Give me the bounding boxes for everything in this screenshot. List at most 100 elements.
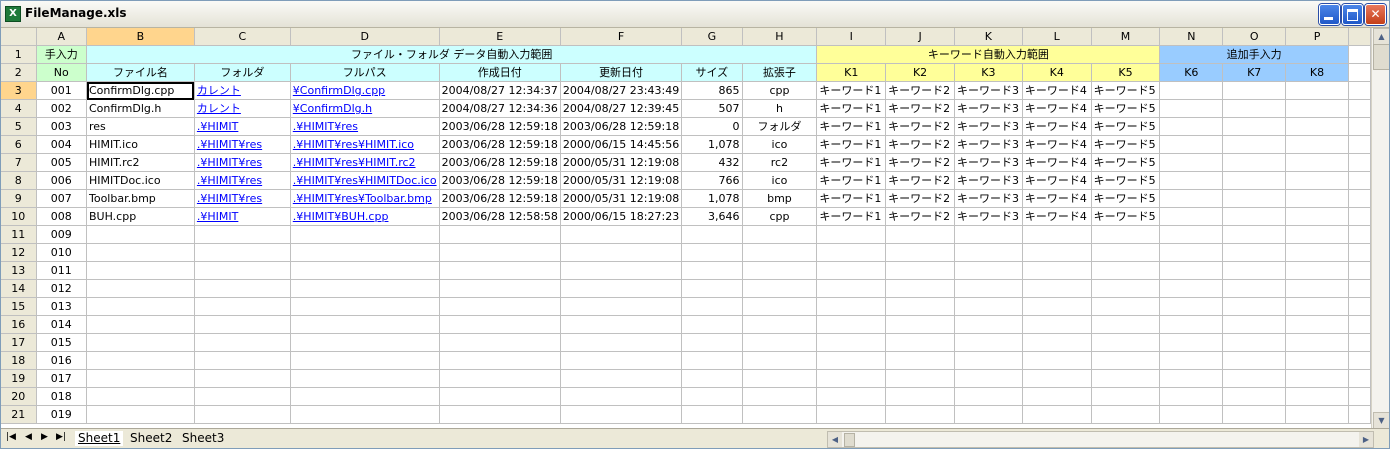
cell[interactable] <box>1022 243 1092 262</box>
header-cell-k3[interactable]: K3 <box>954 63 1023 82</box>
cell[interactable] <box>194 387 291 406</box>
cell-no[interactable]: 018 <box>36 387 88 406</box>
select-all-corner[interactable] <box>1 28 37 46</box>
cell[interactable] <box>1159 279 1224 298</box>
cell-fullpath[interactable]: ¥ConfirmDlg.h <box>290 99 440 118</box>
cell[interactable] <box>816 369 887 388</box>
cell[interactable] <box>1285 81 1349 100</box>
cell-size[interactable]: 3,646 <box>681 207 743 226</box>
cell[interactable] <box>1285 405 1349 424</box>
cell[interactable] <box>1159 135 1224 154</box>
header-cell-updated[interactable]: 更新日付 <box>560 63 683 82</box>
cell[interactable] <box>86 405 195 424</box>
cell-ext[interactable]: フォルダ <box>742 117 818 136</box>
cell[interactable] <box>1022 315 1092 334</box>
row-header[interactable]: 6 <box>1 135 37 154</box>
cell-k2[interactable]: キーワード2 <box>885 189 955 208</box>
cell[interactable] <box>816 279 887 298</box>
column-header-a[interactable]: A <box>36 28 88 46</box>
cell-created[interactable]: 2003/06/28 12:59:18 <box>439 117 561 136</box>
cell-k4[interactable]: キーワード4 <box>1022 189 1092 208</box>
sheet-tab-2[interactable]: Sheet2 <box>127 431 175 446</box>
cell-k4[interactable]: キーワード4 <box>1022 81 1092 100</box>
cell[interactable] <box>816 315 887 334</box>
cell-updated[interactable]: 2000/05/31 12:19:08 <box>560 171 683 190</box>
cell-no[interactable]: 008 <box>36 207 88 226</box>
row-header[interactable]: 11 <box>1 225 37 244</box>
prev-sheet-icon[interactable]: ◀ <box>25 432 32 442</box>
cell[interactable] <box>816 243 887 262</box>
cell-no[interactable]: 016 <box>36 351 88 370</box>
cell[interactable] <box>1222 135 1287 154</box>
row-header[interactable]: 10 <box>1 207 37 226</box>
header-cell-fullpath[interactable]: フルパス <box>290 63 440 82</box>
folder-link[interactable]: .¥HIMIT¥res <box>197 156 262 169</box>
cell[interactable] <box>1091 315 1161 334</box>
cell[interactable] <box>1091 333 1161 352</box>
row-header[interactable]: 21 <box>1 405 37 424</box>
cell-no[interactable]: 001 <box>36 81 88 100</box>
cell-no[interactable]: 010 <box>36 243 88 262</box>
cell[interactable] <box>1022 261 1092 280</box>
cell-no[interactable]: 012 <box>36 279 88 298</box>
cell-ext[interactable]: bmp <box>742 189 818 208</box>
cell[interactable] <box>742 261 818 280</box>
cell[interactable] <box>1222 261 1287 280</box>
cell[interactable] <box>1222 243 1287 262</box>
cell-k1[interactable]: キーワード1 <box>816 207 887 226</box>
cell[interactable] <box>290 333 440 352</box>
cell[interactable] <box>194 315 291 334</box>
cell[interactable] <box>194 243 291 262</box>
cell[interactable] <box>290 261 440 280</box>
cell-no[interactable]: 011 <box>36 261 88 280</box>
cell[interactable] <box>86 369 195 388</box>
cell[interactable] <box>560 279 683 298</box>
cell[interactable] <box>439 243 561 262</box>
cell[interactable] <box>1222 117 1287 136</box>
last-sheet-icon[interactable]: ▶| <box>56 432 66 442</box>
cell-size[interactable]: 432 <box>681 153 743 172</box>
cell-k2[interactable]: キーワード2 <box>885 135 955 154</box>
cell-k3[interactable]: キーワード3 <box>954 153 1023 172</box>
folder-link[interactable]: .¥HIMIT <box>197 120 238 133</box>
cell[interactable] <box>1091 369 1161 388</box>
cell[interactable] <box>1348 117 1371 136</box>
cell[interactable] <box>1159 225 1224 244</box>
cell[interactable] <box>86 315 195 334</box>
cell[interactable] <box>194 351 291 370</box>
cell[interactable] <box>742 297 818 316</box>
cell[interactable] <box>560 261 683 280</box>
cell-updated[interactable]: 2000/05/31 12:19:08 <box>560 189 683 208</box>
folder-link[interactable]: .¥HIMIT <box>197 210 238 223</box>
cell[interactable] <box>1159 315 1224 334</box>
cell-k2[interactable]: キーワード2 <box>885 99 955 118</box>
cell-no[interactable]: 005 <box>36 153 88 172</box>
column-header-o[interactable]: O <box>1222 28 1287 46</box>
column-header-p[interactable]: P <box>1285 28 1349 46</box>
sheet-tab-1[interactable]: Sheet1 <box>75 431 124 446</box>
column-header-d[interactable]: D <box>290 28 440 46</box>
column-header-q[interactable] <box>1348 28 1371 46</box>
column-header-k[interactable]: K <box>954 28 1023 46</box>
cell[interactable] <box>1348 207 1371 226</box>
cell[interactable] <box>439 369 561 388</box>
cell[interactable] <box>681 315 743 334</box>
cell[interactable] <box>1022 351 1092 370</box>
cell-k5[interactable]: キーワード5 <box>1091 207 1161 226</box>
cell[interactable] <box>194 333 291 352</box>
cell-k4[interactable]: キーワード4 <box>1022 207 1092 226</box>
column-header-e[interactable]: E <box>439 28 561 46</box>
cell[interactable] <box>1285 297 1349 316</box>
cell[interactable] <box>681 279 743 298</box>
keyword-range-header[interactable]: キーワード自動入力範囲 <box>816 45 1161 64</box>
cell-no[interactable]: 007 <box>36 189 88 208</box>
fullpath-link[interactable]: ¥ConfirmDlg.h <box>293 102 372 115</box>
cell[interactable] <box>954 279 1023 298</box>
cell[interactable] <box>885 243 955 262</box>
cell[interactable] <box>560 297 683 316</box>
horizontal-scrollbar[interactable]: ◀ ▶ <box>827 431 1374 448</box>
cell[interactable] <box>1222 207 1287 226</box>
cell-k2[interactable]: キーワード2 <box>885 117 955 136</box>
cell[interactable] <box>1091 297 1161 316</box>
row-header[interactable]: 2 <box>1 63 37 82</box>
